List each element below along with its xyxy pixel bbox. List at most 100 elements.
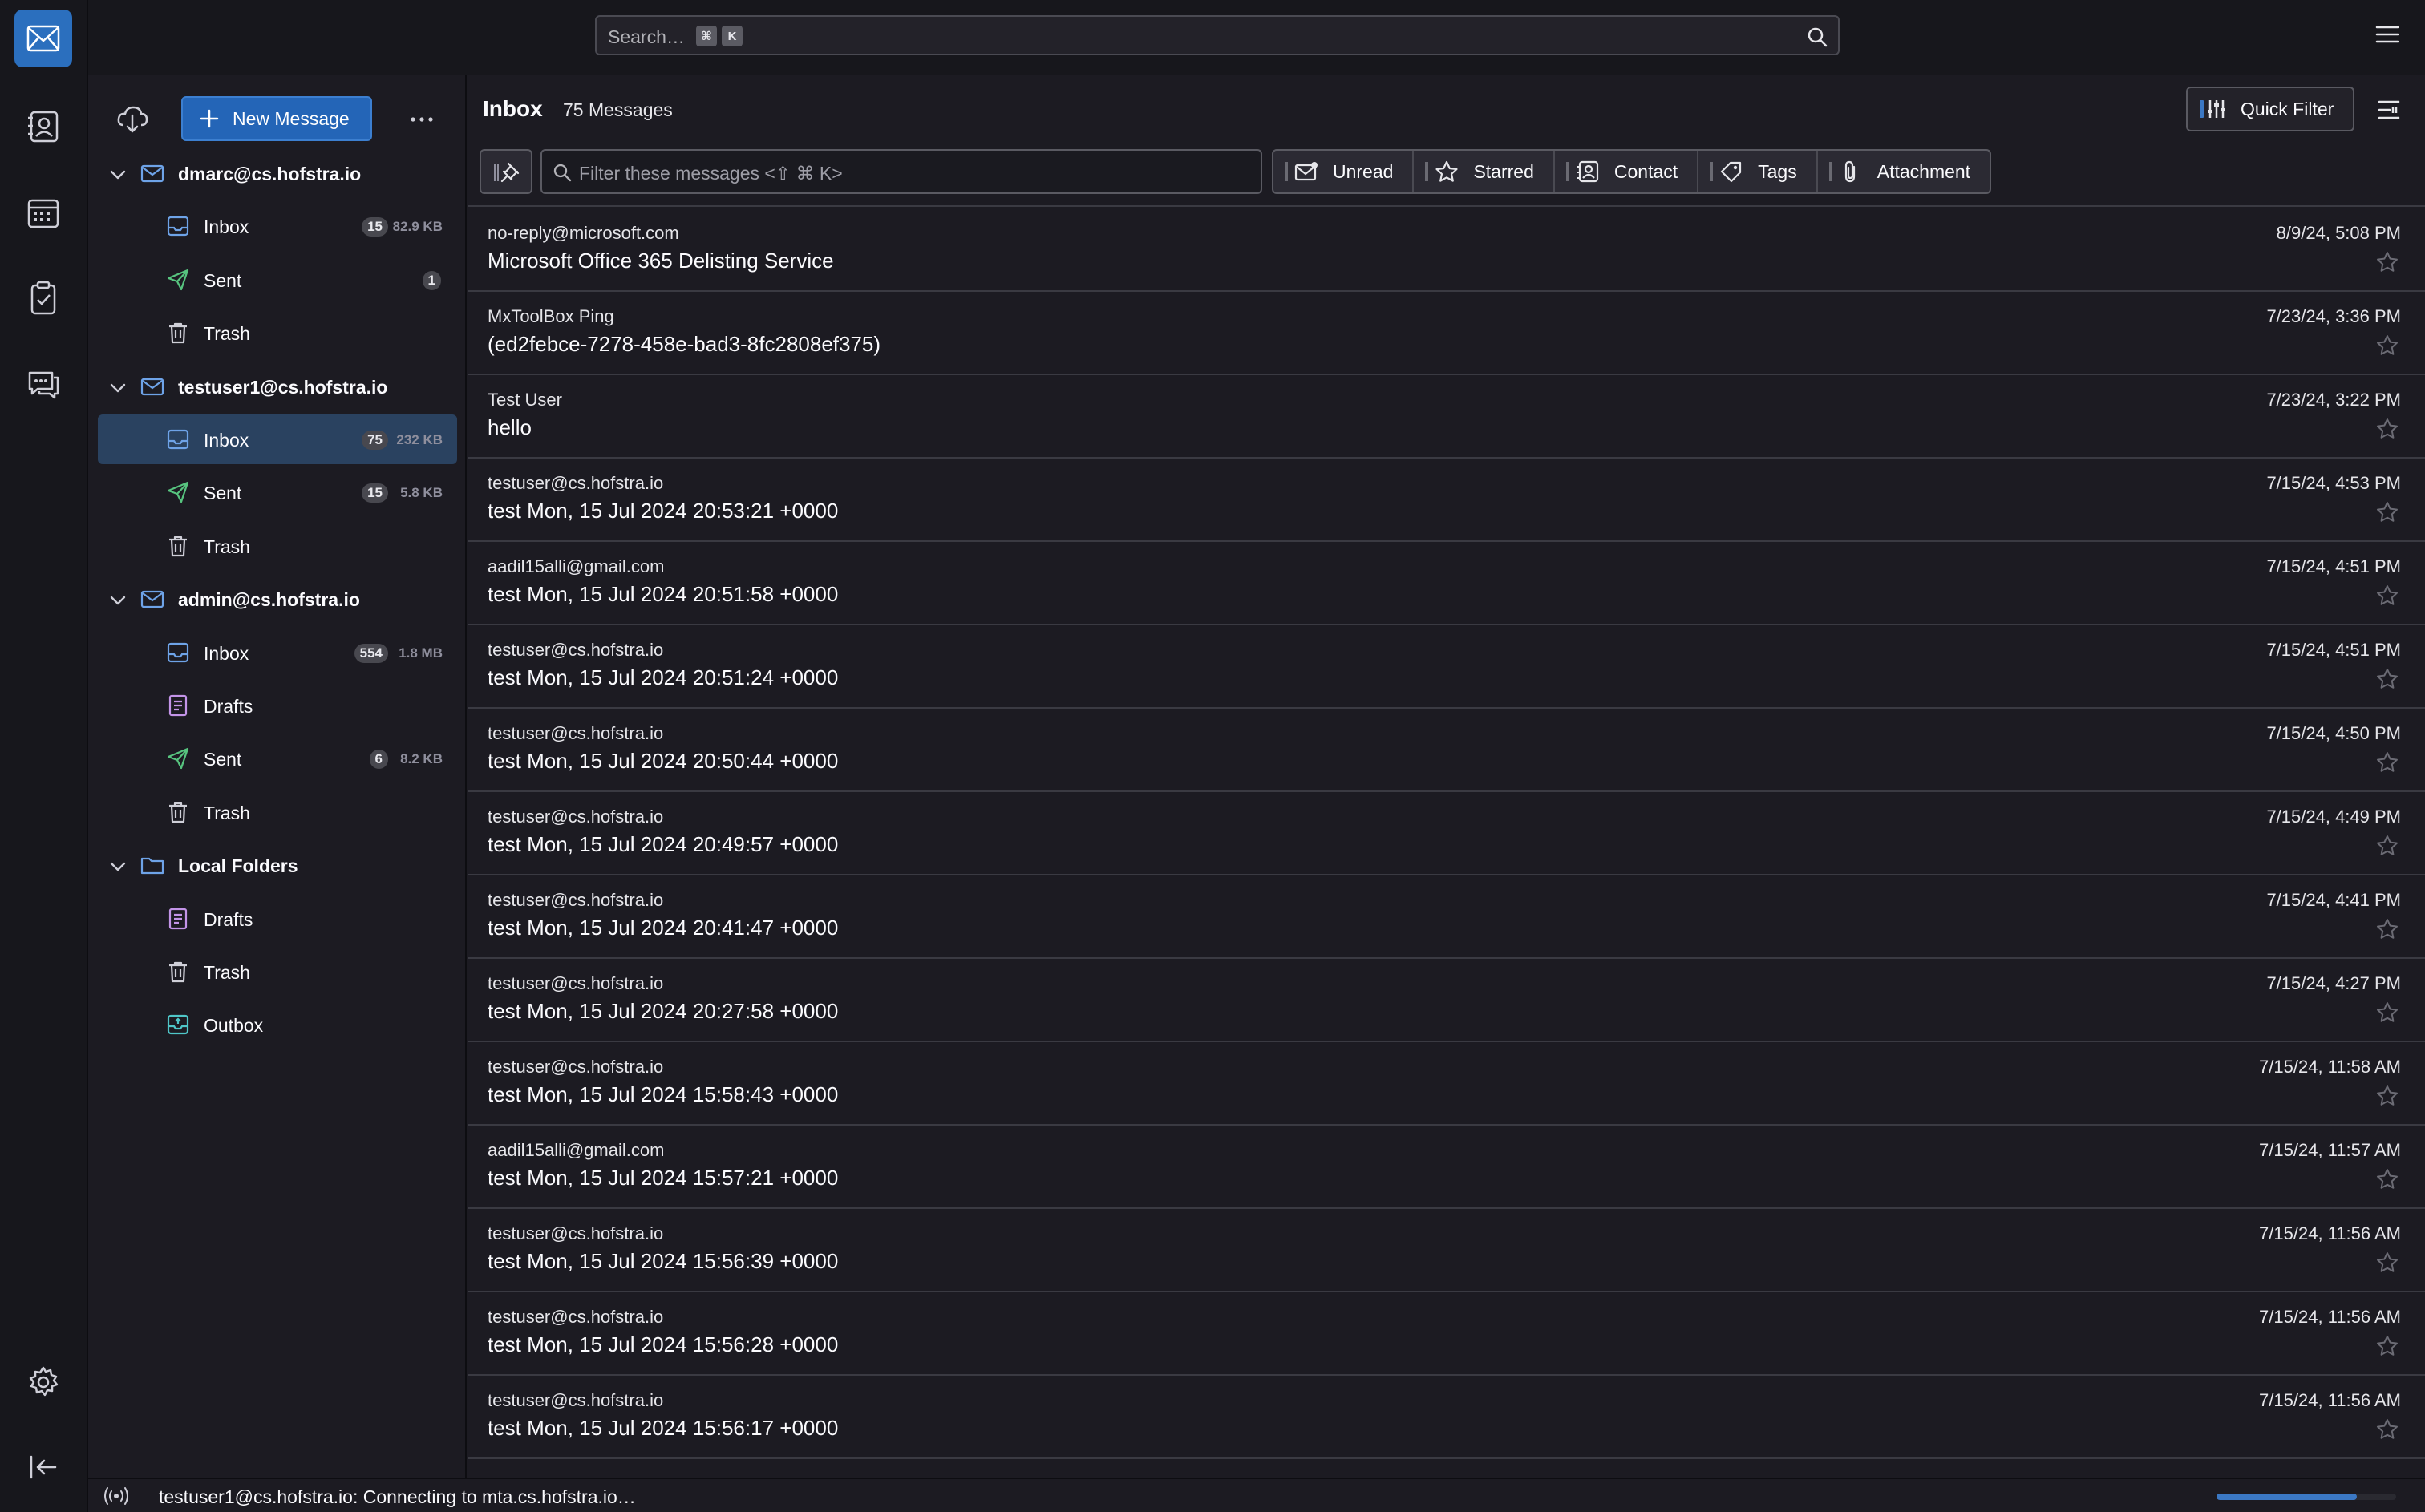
folder-sent[interactable]: Sent 15 5.8 KB	[98, 467, 457, 517]
filter-messages-input[interactable]: Filter these messages <⇧ ⌘ K>	[540, 149, 1262, 194]
folder-outbox[interactable]: Outbox	[98, 1000, 457, 1049]
message-row[interactable]: testuser@cs.hofstra.io test Mon, 15 Jul 2…	[468, 1209, 2425, 1292]
folder-trash[interactable]: Trash	[98, 521, 457, 571]
chevron-down-icon[interactable]	[107, 590, 128, 611]
star-icon[interactable]	[2375, 1001, 2399, 1025]
star-icon[interactable]	[2375, 250, 2399, 274]
star-icon[interactable]	[2375, 584, 2399, 608]
account-row[interactable]: admin@cs.hofstra.io	[98, 574, 457, 624]
message-row[interactable]: testuser@cs.hofstra.io test Mon, 15 Jul 2…	[468, 1376, 2425, 1459]
unread-count-badge: 6	[369, 750, 388, 770]
folder-sent[interactable]: Sent 6 8.2 KB	[98, 734, 457, 783]
star-icon[interactable]	[2375, 417, 2399, 441]
filter-contact-button[interactable]: Contact	[1555, 151, 1699, 192]
message-row[interactable]: no-reply@microsoft.com Microsoft Office 3…	[468, 208, 2425, 292]
message-sender: testuser@cs.hofstra.io	[488, 473, 664, 493]
sent-icon	[167, 269, 189, 290]
hamburger-menu-icon[interactable]	[2375, 24, 2399, 45]
folder-inbox[interactable]: Inbox 15 82.9 KB	[98, 201, 457, 251]
message-subject: test Mon, 15 Jul 2024 15:58:43 +0000	[488, 1082, 839, 1106]
message-row[interactable]: MxToolBox Ping (ed2febce-7278-458e-bad3-8…	[468, 292, 2425, 375]
display-options-icon[interactable]	[2377, 98, 2401, 122]
sticky-filter-button[interactable]	[480, 149, 532, 194]
quick-filter-button[interactable]: Quick Filter	[2186, 87, 2354, 131]
quick-filter-bar: Filter these messages <⇧ ⌘ K> Unread Sta…	[468, 143, 2425, 207]
chat-space-button[interactable]	[14, 356, 72, 414]
drafts-icon	[168, 694, 188, 717]
folder-sent[interactable]: Sent 1	[98, 255, 457, 305]
star-icon[interactable]	[2375, 1251, 2399, 1275]
chevron-down-icon[interactable]	[107, 856, 128, 877]
unread-count-badge: 1	[422, 270, 441, 290]
message-subject: test Mon, 15 Jul 2024 15:56:28 +0000	[488, 1332, 839, 1356]
global-search-input[interactable]: Search… ⌘ K	[595, 15, 1840, 55]
filter-attachment-button[interactable]: Attachment	[1818, 151, 1990, 192]
folder-drafts[interactable]: Drafts	[98, 894, 457, 944]
message-date: 7/15/24, 11:56 AM	[2259, 1390, 2401, 1410]
tag-icon	[1721, 161, 1742, 183]
message-row[interactable]: testuser@cs.hofstra.io test Mon, 15 Jul 2…	[468, 709, 2425, 792]
message-row[interactable]: testuser@cs.hofstra.io test Mon, 15 Jul 2…	[468, 875, 2425, 959]
account-row[interactable]: Local Folders	[98, 840, 457, 890]
star-icon	[1435, 160, 1459, 182]
folder-inbox[interactable]: Inbox 75 232 KB	[98, 414, 457, 464]
message-sender: MxToolBox Ping	[488, 306, 614, 326]
new-message-button[interactable]: New Message	[181, 96, 372, 141]
message-row[interactable]: testuser@cs.hofstra.io test Mon, 15 Jul 2…	[468, 1042, 2425, 1126]
star-icon[interactable]	[2375, 334, 2399, 358]
filter-tags-button[interactable]: Tags	[1698, 151, 1818, 192]
settings-button[interactable]	[14, 1353, 72, 1411]
get-messages-icon[interactable]	[115, 103, 149, 136]
chevron-down-icon[interactable]	[107, 164, 128, 185]
folder-size: 1.8 MB	[399, 645, 443, 661]
collapse-spaces-button[interactable]	[14, 1438, 72, 1496]
drafts-icon	[168, 908, 188, 929]
message-date: 7/15/24, 11:57 AM	[2259, 1140, 2401, 1160]
star-icon[interactable]	[2375, 1084, 2399, 1108]
account-row[interactable]: testuser1@cs.hofstra.io	[98, 362, 457, 411]
star-icon[interactable]	[2375, 750, 2399, 774]
folder-size: 5.8 KB	[400, 485, 443, 501]
message-row[interactable]: testuser@cs.hofstra.io test Mon, 15 Jul 2…	[468, 792, 2425, 875]
star-icon[interactable]	[2375, 1334, 2399, 1358]
folder-inbox[interactable]: Inbox 554 1.8 MB	[98, 628, 457, 677]
folder-label: Inbox	[204, 216, 249, 238]
address-book-space-button[interactable]	[14, 98, 72, 156]
tasks-space-button[interactable]	[14, 269, 72, 327]
star-icon[interactable]	[2375, 834, 2399, 858]
folder-trash[interactable]: Trash	[98, 947, 457, 997]
filter-starred-button[interactable]: Starred	[1414, 151, 1555, 192]
folder-drafts[interactable]: Drafts	[98, 681, 457, 730]
message-subject: Microsoft Office 365 Delisting Service	[488, 249, 834, 273]
star-icon[interactable]	[2375, 917, 2399, 941]
star-icon[interactable]	[2375, 500, 2399, 524]
thread-pane: Inbox 75 Messages Quick Filter Filter th…	[468, 75, 2425, 1478]
star-icon[interactable]	[2375, 1167, 2399, 1191]
more-options-icon[interactable]	[409, 115, 435, 123]
message-row[interactable]: aadil15alli@gmail.com test Mon, 15 Jul 20…	[468, 1126, 2425, 1209]
message-date: 7/15/24, 11:58 AM	[2259, 1057, 2401, 1077]
message-row[interactable]: Test User hello 7/23/24, 3:22 PM	[468, 375, 2425, 459]
chevron-down-icon[interactable]	[107, 378, 128, 398]
message-row[interactable]: testuser@cs.hofstra.io test Mon, 15 Jul 2…	[468, 959, 2425, 1042]
mail-space-button[interactable]	[14, 10, 72, 67]
folder-trash[interactable]: Trash	[98, 308, 457, 358]
account-row[interactable]: dmarc@cs.hofstra.io	[98, 148, 457, 198]
message-row[interactable]: testuser@cs.hofstra.io test Mon, 15 Jul 2…	[468, 625, 2425, 709]
folder-trash[interactable]: Trash	[98, 787, 457, 837]
calendar-space-button[interactable]	[14, 184, 72, 242]
message-list: no-reply@microsoft.com Microsoft Office 3…	[468, 208, 2425, 1459]
message-row[interactable]: testuser@cs.hofstra.io test Mon, 15 Jul 2…	[468, 459, 2425, 542]
message-date: 7/15/24, 11:56 AM	[2259, 1307, 2401, 1327]
progress-bar	[2217, 1494, 2396, 1500]
message-row[interactable]: testuser@cs.hofstra.io test Mon, 15 Jul 2…	[468, 1292, 2425, 1376]
new-message-label: New Message	[233, 107, 350, 129]
filter-unread-button[interactable]: Unread	[1273, 151, 1415, 192]
message-row[interactable]: aadil15alli@gmail.com test Mon, 15 Jul 20…	[468, 542, 2425, 625]
folder-title: Inbox	[483, 96, 543, 121]
account-label: testuser1@cs.hofstra.io	[178, 376, 388, 398]
online-status-icon[interactable]	[103, 1486, 130, 1506]
star-icon[interactable]	[2375, 1417, 2399, 1441]
star-icon[interactable]	[2375, 667, 2399, 691]
search-icon[interactable]	[1806, 26, 1828, 48]
